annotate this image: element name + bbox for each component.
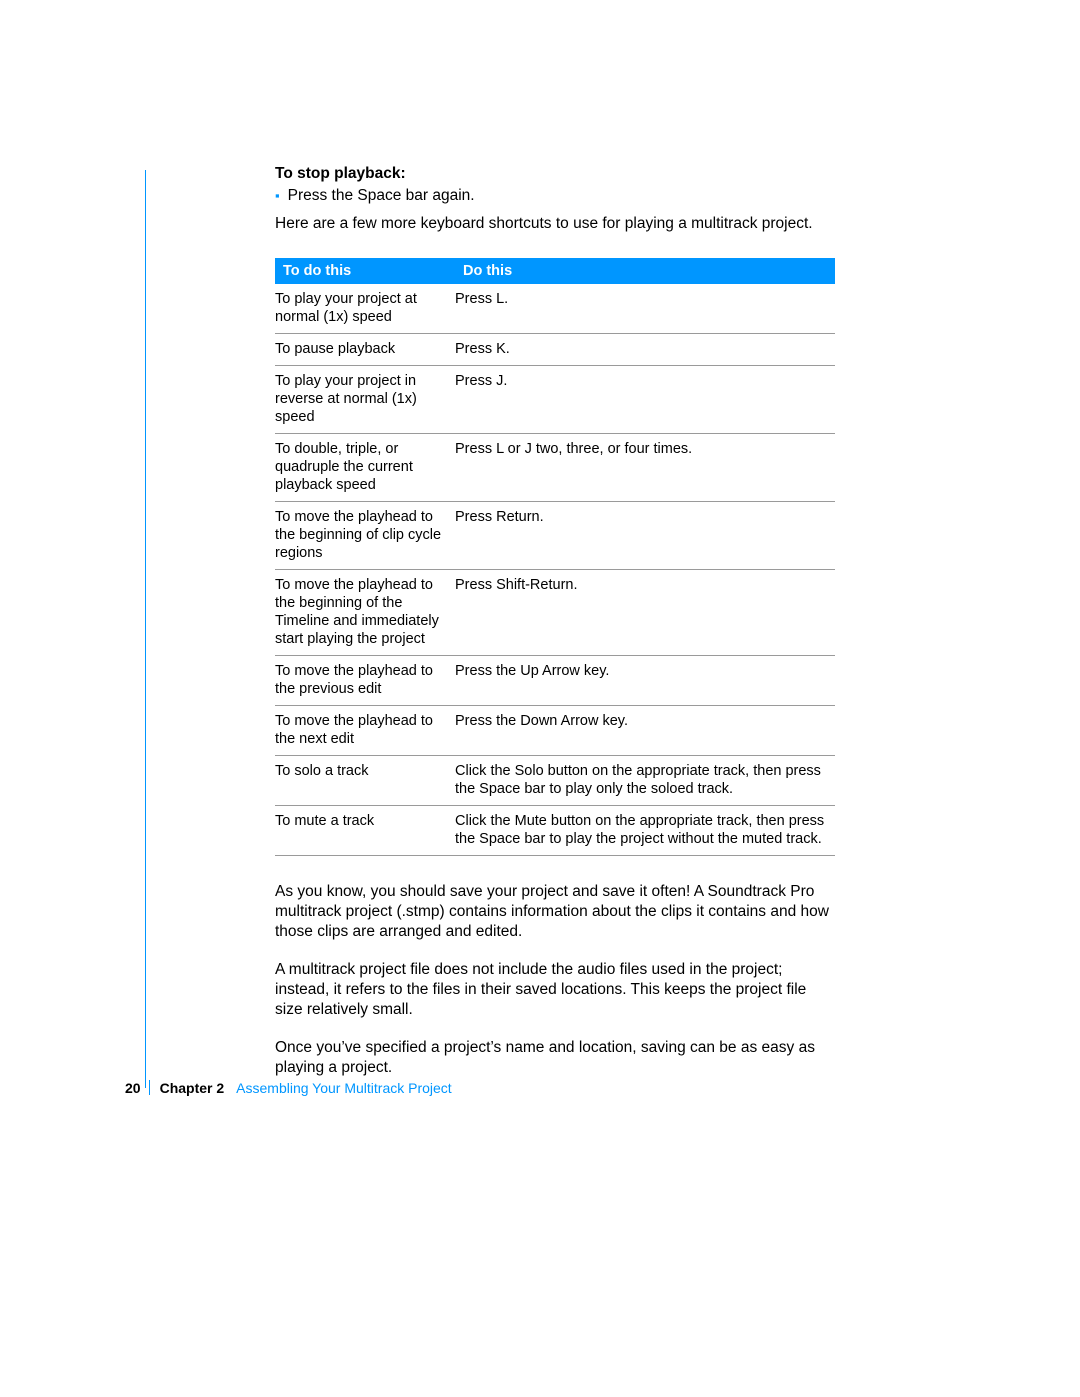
table-cell-dothis: Press the Down Arrow key.: [455, 706, 835, 756]
table-cell-todo: To move the playhead to the beginning of…: [275, 570, 455, 656]
bullet-marker-icon: ▪: [275, 186, 280, 206]
margin-rule: [145, 170, 146, 1088]
table-cell-todo: To play your project at normal (1x) spee…: [275, 284, 455, 334]
table-cell-dothis: Press J.: [455, 366, 835, 434]
table-cell-dothis: Press the Up Arrow key.: [455, 656, 835, 706]
content-area: To stop playback: ▪ Press the Space bar …: [275, 165, 835, 1078]
table-row: To mute a track Click the Mute button on…: [275, 806, 835, 856]
table-cell-todo: To solo a track: [275, 756, 455, 806]
footer-divider: [149, 1080, 150, 1095]
table-cell-dothis: Press L.: [455, 284, 835, 334]
bullet-text: Press the Space bar again.: [288, 186, 475, 206]
table-cell-todo: To move the playhead to the next edit: [275, 706, 455, 756]
page-content: To stop playback: ▪ Press the Space bar …: [145, 0, 945, 1397]
table-cell-todo: To move the playhead to the beginning of…: [275, 502, 455, 570]
table-row: To solo a track Click the Solo button on…: [275, 756, 835, 806]
table-header-todo: To do this: [275, 258, 455, 284]
body-paragraph: As you know, you should save your projec…: [275, 882, 835, 942]
table-cell-dothis: Press K.: [455, 334, 835, 366]
table-row: To move the playhead to the next edit Pr…: [275, 706, 835, 756]
table-cell-todo: To pause playback: [275, 334, 455, 366]
table-header-dothis: Do this: [455, 258, 835, 284]
table-header-row: To do this Do this: [275, 258, 835, 284]
table-row: To play your project at normal (1x) spee…: [275, 284, 835, 334]
table-cell-todo: To mute a track: [275, 806, 455, 856]
section-heading: To stop playback:: [275, 165, 835, 183]
table-cell-dothis: Press Return.: [455, 502, 835, 570]
table-cell-dothis: Click the Mute button on the appropriate…: [455, 806, 835, 856]
table-row: To play your project in reverse at norma…: [275, 366, 835, 434]
page-footer: 20 Chapter 2 Assembling Your Multitrack …: [125, 1078, 452, 1096]
page-number: 20: [125, 1080, 141, 1096]
shortcut-table: To do this Do this To play your project …: [275, 258, 835, 856]
table-row: To move the playhead to the beginning of…: [275, 570, 835, 656]
table-row: To move the playhead to the previous edi…: [275, 656, 835, 706]
table-cell-todo: To double, triple, or quadruple the curr…: [275, 434, 455, 502]
intro-paragraph: Here are a few more keyboard shortcuts t…: [275, 214, 835, 234]
table-cell-todo: To play your project in reverse at norma…: [275, 366, 455, 434]
table-cell-todo: To move the playhead to the previous edi…: [275, 656, 455, 706]
table-cell-dothis: Press Shift-Return.: [455, 570, 835, 656]
table-cell-dothis: Press L or J two, three, or four times.: [455, 434, 835, 502]
table-cell-dothis: Click the Solo button on the appropriate…: [455, 756, 835, 806]
body-paragraph: A multitrack project file does not inclu…: [275, 960, 835, 1020]
bullet-item: ▪ Press the Space bar again.: [275, 186, 835, 206]
table-row: To double, triple, or quadruple the curr…: [275, 434, 835, 502]
chapter-title: Assembling Your Multitrack Project: [236, 1080, 452, 1096]
body-paragraph: Once you’ve specified a project’s name a…: [275, 1038, 835, 1078]
chapter-label: Chapter 2: [160, 1080, 225, 1096]
table-row: To move the playhead to the beginning of…: [275, 502, 835, 570]
table-row: To pause playback Press K.: [275, 334, 835, 366]
